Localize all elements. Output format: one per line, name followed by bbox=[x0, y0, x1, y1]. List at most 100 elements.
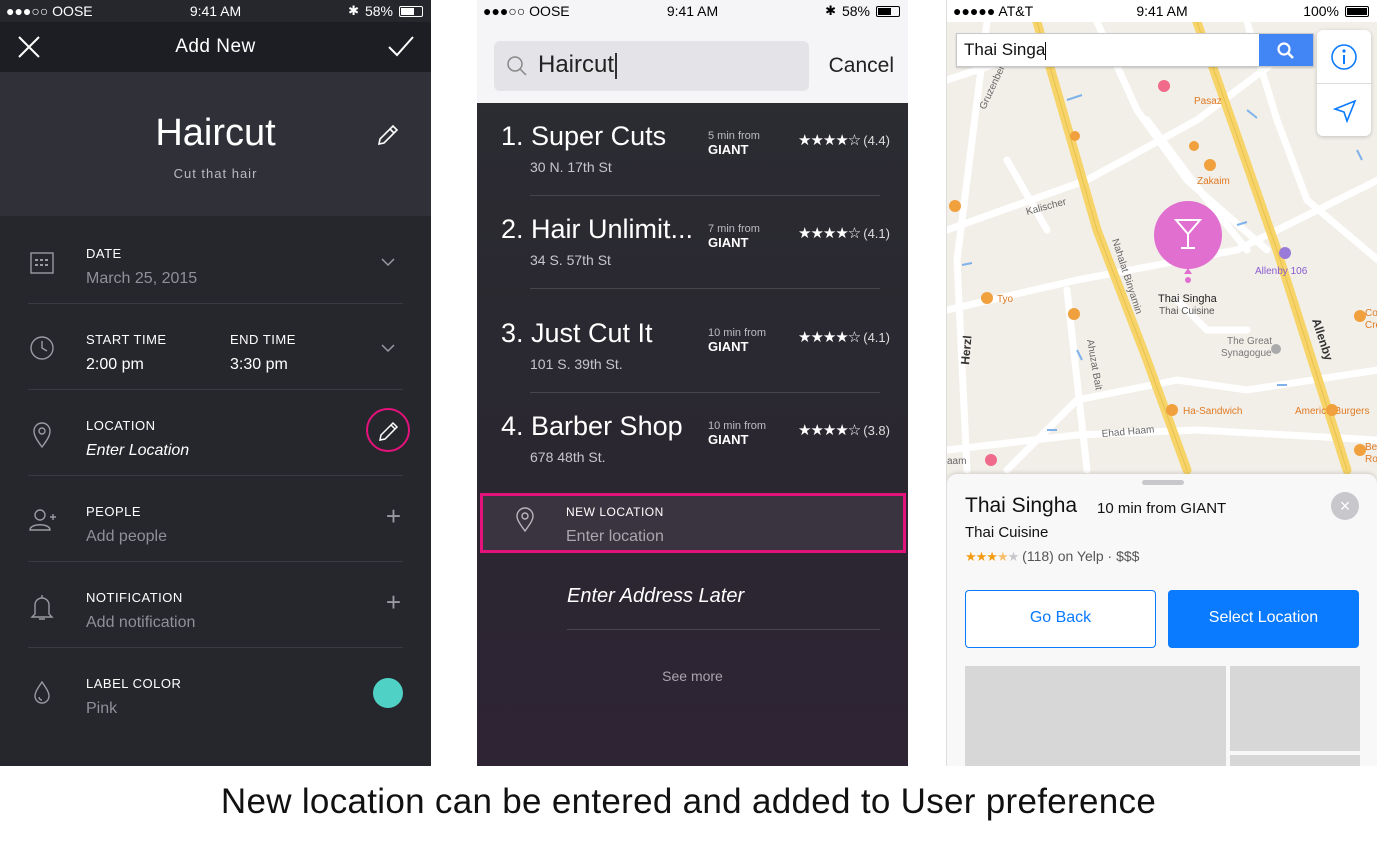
map-label: Zakaim bbox=[1197, 176, 1230, 187]
star-rating-icon: ★★★★☆ bbox=[798, 225, 861, 242]
result-rating: ★★★★☆ (4.4) bbox=[798, 132, 890, 149]
bluetooth-icon: ✱ bbox=[825, 3, 836, 18]
map-screen: ●●●●● AT&T 9:41 AM 100% Gruzenberg Kalis… bbox=[946, 0, 1377, 766]
clock-icon bbox=[28, 334, 56, 367]
map-label: Cook bbox=[1365, 308, 1377, 319]
map-search-query: Thai Singa bbox=[964, 40, 1046, 59]
see-more-link[interactable]: See more bbox=[477, 668, 908, 684]
bell-icon bbox=[28, 592, 56, 627]
place-detail-sheet: Thai Singha 10 min from GIANT Thai Cuisi… bbox=[947, 474, 1377, 766]
location-row[interactable]: LOCATION Enter Location bbox=[0, 390, 431, 476]
chevron-down-icon[interactable] bbox=[381, 340, 395, 358]
notification-label: NOTIFICATION bbox=[86, 590, 183, 605]
status-bar: ●●●○○ OOSE 9:41 AM ✱ 58% bbox=[477, 0, 908, 28]
battery-icon bbox=[399, 5, 423, 17]
map-label: aam bbox=[947, 456, 966, 467]
result-item[interactable]: 4. Barber Shop 678 48th St. 10 min from G… bbox=[477, 393, 908, 486]
end-time-label: END TIME bbox=[230, 332, 296, 347]
map-view[interactable]: Gruzenberg Kalischer Nahalat Binyamin Ah… bbox=[947, 22, 1377, 492]
pencil-icon[interactable] bbox=[375, 122, 401, 153]
battery-icon bbox=[1345, 5, 1369, 17]
location-label: LOCATION bbox=[86, 418, 156, 433]
sheet-grabber[interactable] bbox=[1142, 480, 1184, 485]
label-color-row[interactable]: LABEL COLOR Pink bbox=[0, 648, 431, 734]
photo-placeholder bbox=[1230, 755, 1360, 766]
result-address: 30 N. 17th St bbox=[530, 159, 612, 175]
caption: New location can be entered and added to… bbox=[220, 782, 1157, 821]
notification-placeholder[interactable]: Add notification bbox=[86, 614, 195, 632]
chevron-down-icon[interactable] bbox=[381, 254, 395, 272]
text-caret bbox=[1045, 41, 1047, 60]
result-name: 3. Just Cut It bbox=[501, 318, 653, 348]
select-location-button[interactable]: Select Location bbox=[1168, 590, 1359, 648]
bluetooth-icon: ✱ bbox=[348, 3, 359, 18]
people-row[interactable]: PEOPLE Add people + bbox=[0, 476, 431, 562]
date-row[interactable]: DATE March 25, 2015 bbox=[0, 218, 431, 304]
location-arrow-icon[interactable] bbox=[1332, 98, 1358, 129]
search-bar: Haircut Cancel bbox=[477, 28, 908, 103]
time-row[interactable]: START TIME 2:00 pm END TIME 3:30 pm bbox=[0, 304, 431, 390]
cancel-button[interactable]: Cancel bbox=[829, 54, 894, 78]
result-item[interactable]: 1. Super Cuts 30 N. 17th St 5 min from GI… bbox=[477, 103, 908, 196]
star-rating-icon: ★★★★★ bbox=[965, 549, 1019, 564]
search-icon bbox=[1277, 42, 1294, 59]
result-distance: 10 min from GIANT bbox=[708, 420, 767, 447]
new-location-label: NEW LOCATION bbox=[566, 505, 664, 519]
text-caret bbox=[615, 52, 617, 79]
result-name: 4. Barber Shop bbox=[501, 411, 683, 441]
battery-percent: 58% bbox=[841, 3, 870, 19]
people-label: PEOPLE bbox=[86, 504, 142, 519]
result-rating: ★★★★☆ (4.1) bbox=[798, 225, 890, 242]
result-rating: ★★★★☆ (3.8) bbox=[798, 422, 890, 439]
place-type: Thai Cuisine bbox=[965, 524, 1049, 541]
photo-placeholder bbox=[1230, 666, 1360, 751]
map-label: Herzl bbox=[958, 335, 975, 365]
map-search-button[interactable] bbox=[1259, 34, 1313, 66]
notification-row[interactable]: NOTIFICATION Add notification + bbox=[0, 562, 431, 648]
add-person-icon bbox=[28, 506, 58, 539]
new-location-input[interactable]: Enter location bbox=[566, 528, 664, 546]
map-label: Synagogue bbox=[1221, 348, 1272, 359]
nav-title: Add New bbox=[175, 36, 256, 57]
star-rating-icon: ★★★★☆ bbox=[798, 422, 861, 439]
pencil-icon bbox=[379, 421, 399, 441]
battery-percent: 58% bbox=[364, 3, 393, 19]
new-location-field[interactable]: NEW LOCATION Enter location bbox=[480, 493, 906, 553]
result-name: 1. Super Cuts bbox=[501, 121, 667, 151]
check-icon[interactable] bbox=[387, 34, 415, 65]
color-swatch[interactable] bbox=[373, 678, 403, 708]
add-people-plus-icon[interactable]: + bbox=[386, 503, 401, 529]
event-header: Haircut Cut that hair bbox=[0, 72, 431, 216]
location-pin-icon bbox=[28, 420, 56, 455]
add-new-screen: ●●●○○ OOSE 9:41 AM ✱ 58% Add New Haircut… bbox=[0, 0, 431, 766]
edit-location-button[interactable] bbox=[366, 408, 410, 452]
map-label: Roth bbox=[1365, 454, 1377, 465]
battery-percent: 100% bbox=[1303, 3, 1339, 19]
map-label: Pasaz bbox=[1194, 96, 1222, 107]
date-value: March 25, 2015 bbox=[86, 270, 198, 287]
result-item[interactable]: 2. Hair Unlimit... 34 S. 57th St 7 min f… bbox=[477, 196, 908, 289]
start-time-value[interactable]: 2:00 pm bbox=[86, 356, 144, 374]
info-icon[interactable] bbox=[1330, 43, 1358, 76]
place-distance: 10 min from GIANT bbox=[1097, 500, 1227, 517]
go-back-button[interactable]: Go Back bbox=[965, 590, 1156, 648]
label-color-value: Pink bbox=[86, 700, 118, 717]
location-search-screen: ●●●○○ OOSE 9:41 AM ✱ 58% Haircut Cancel … bbox=[477, 0, 908, 766]
close-icon[interactable]: × bbox=[1331, 492, 1359, 520]
star-rating-icon: ★★★★☆ bbox=[798, 329, 861, 346]
result-address: 34 S. 57th St bbox=[530, 252, 611, 268]
add-notification-plus-icon[interactable]: + bbox=[386, 589, 401, 615]
result-item[interactable]: 3. Just Cut It 101 S. 39th St. 10 min fr… bbox=[477, 300, 908, 393]
place-rating: ★★★★★ (118) on Yelp · $$$ bbox=[965, 548, 1140, 564]
search-input[interactable]: Haircut bbox=[494, 41, 809, 91]
location-value[interactable]: Enter Location bbox=[86, 442, 189, 460]
enter-address-later-button[interactable]: Enter Address Later bbox=[567, 585, 744, 608]
label-color-label: LABEL COLOR bbox=[86, 676, 182, 691]
people-placeholder[interactable]: Add people bbox=[86, 528, 167, 546]
map-search-input[interactable]: Thai Singa bbox=[956, 33, 1314, 67]
map-label: Bene bbox=[1365, 442, 1377, 453]
event-title: Haircut bbox=[155, 112, 276, 154]
end-time-value[interactable]: 3:30 pm bbox=[230, 356, 288, 374]
place-name: Thai Singha bbox=[965, 494, 1078, 517]
start-time-label: START TIME bbox=[86, 332, 167, 347]
